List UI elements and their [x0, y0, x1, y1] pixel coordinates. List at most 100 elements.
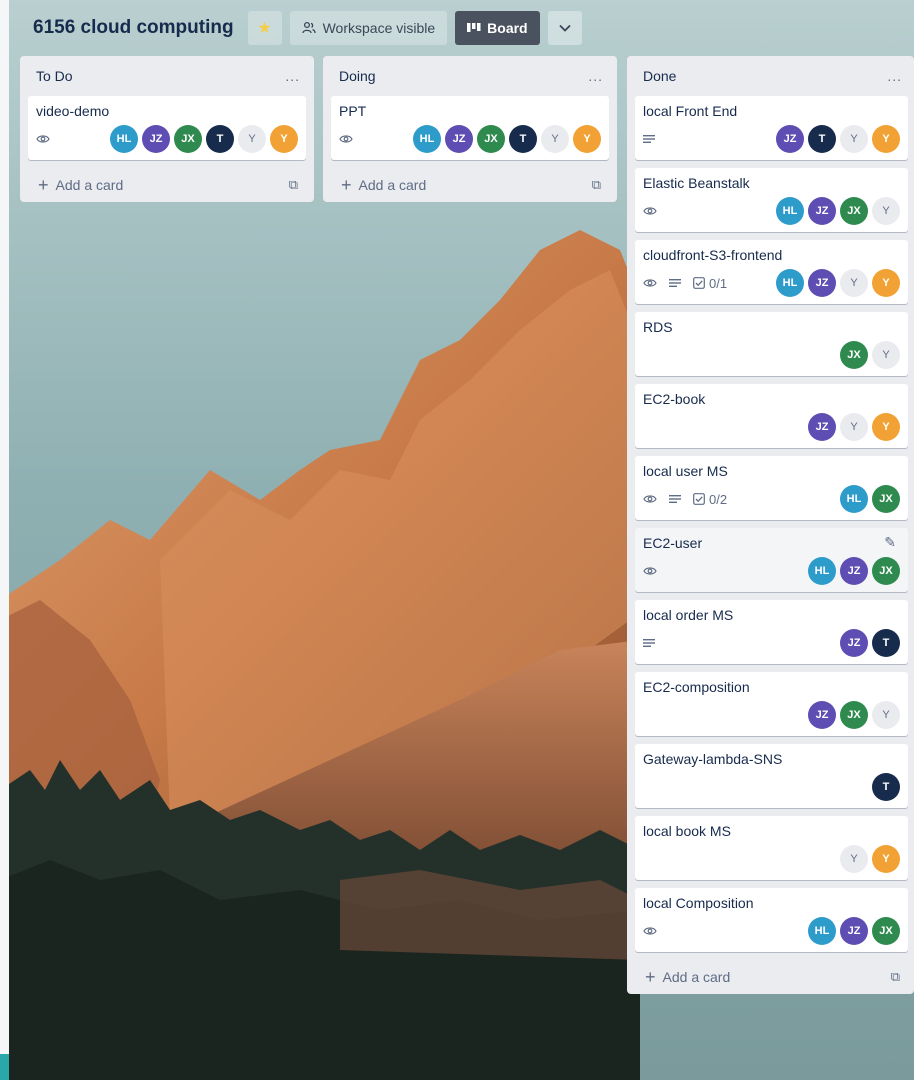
card[interactable]: cloudfront-S3-frontend 0/1 HL JZ Y Y [635, 240, 908, 304]
pencil-icon[interactable]: ✎ [884, 534, 896, 551]
list-menu-button[interactable]: ... [887, 68, 902, 84]
card[interactable]: EC2-composition JZ JX Y [635, 672, 908, 736]
card[interactable]: Elastic Beanstalk HL JZ JX Y [635, 168, 908, 232]
card[interactable]: EC2-book JZ Y Y [635, 384, 908, 448]
card-members: JX Y [840, 341, 900, 369]
member-avatar[interactable]: JZ [840, 917, 868, 945]
card-footer: T [643, 772, 900, 802]
member-avatar[interactable]: Y [872, 269, 900, 297]
people-icon [301, 21, 316, 34]
member-avatar[interactable]: T [808, 125, 836, 153]
board-view-button[interactable]: Board [455, 11, 540, 45]
card[interactable]: RDS JX Y [635, 312, 908, 376]
card[interactable]: local Front End JZ T Y Y [635, 96, 908, 160]
card-badges: 0/2 [643, 492, 727, 507]
list-title[interactable]: To Do [36, 68, 73, 84]
member-avatar[interactable]: JZ [808, 701, 836, 729]
card-badges [643, 566, 657, 576]
card-container: PPT HL JZ JX T Y Y [331, 96, 609, 160]
member-avatar[interactable]: JX [872, 485, 900, 513]
card-footer: HL JZ JX T Y Y [36, 124, 298, 154]
member-avatar[interactable]: HL [413, 125, 441, 153]
member-avatar[interactable]: HL [776, 197, 804, 225]
member-avatar[interactable]: Y [872, 701, 900, 729]
list-menu-button[interactable]: ... [588, 68, 603, 84]
member-avatar[interactable]: T [872, 629, 900, 657]
member-avatar[interactable]: JZ [840, 557, 868, 585]
member-avatar[interactable]: JZ [776, 125, 804, 153]
template-icon[interactable]: ⧉ [891, 969, 900, 985]
member-avatar[interactable]: HL [808, 557, 836, 585]
member-avatar[interactable]: HL [110, 125, 138, 153]
member-avatar[interactable]: HL [808, 917, 836, 945]
card-members: HL JX [840, 485, 900, 513]
template-icon[interactable]: ⧉ [289, 177, 298, 193]
member-avatar[interactable]: T [206, 125, 234, 153]
card-title: cloudfront-S3-frontend [643, 247, 783, 263]
card-container: video-demo HL JZ JX T Y Y [28, 96, 306, 160]
member-avatar[interactable]: JZ [142, 125, 170, 153]
visibility-button[interactable]: Workspace visible [289, 11, 448, 45]
member-avatar[interactable]: JZ [808, 269, 836, 297]
member-avatar[interactable]: JZ [808, 197, 836, 225]
card-badges [339, 134, 353, 144]
member-avatar[interactable]: JZ [840, 629, 868, 657]
member-avatar[interactable]: Y [872, 845, 900, 873]
member-avatar[interactable]: Y [541, 125, 569, 153]
member-avatar[interactable]: Y [573, 125, 601, 153]
member-avatar[interactable]: Y [872, 125, 900, 153]
card[interactable]: local Composition HL JZ JX [635, 888, 908, 952]
member-avatar[interactable]: JX [872, 557, 900, 585]
member-avatar[interactable]: Y [840, 845, 868, 873]
card[interactable]: video-demo HL JZ JX T Y Y [28, 96, 306, 160]
list-title[interactable]: Done [643, 68, 676, 84]
member-avatar[interactable]: JX [174, 125, 202, 153]
card[interactable]: local order MS JZ T [635, 600, 908, 664]
member-avatar[interactable]: JX [477, 125, 505, 153]
card-badges [643, 206, 657, 216]
list-menu-button[interactable]: ... [285, 68, 300, 84]
member-avatar[interactable]: Y [840, 125, 868, 153]
board-icon [467, 23, 481, 32]
card[interactable]: EC2-user ✎ HL JZ JX [635, 528, 908, 592]
star-button[interactable]: ★ [247, 11, 282, 45]
list-title[interactable]: Doing [339, 68, 376, 84]
add-card-button[interactable]: + Add a card ⧉ [635, 960, 908, 994]
member-avatar[interactable]: Y [872, 341, 900, 369]
card[interactable]: PPT HL JZ JX T Y Y [331, 96, 609, 160]
member-avatar[interactable]: Y [270, 125, 298, 153]
member-avatar[interactable]: JX [872, 917, 900, 945]
add-card-label: Add a card [662, 969, 731, 985]
checklist-badge: 0/2 [693, 492, 727, 507]
member-avatar[interactable]: Y [238, 125, 266, 153]
card-members: YY [840, 845, 900, 873]
eye-icon [643, 206, 657, 216]
list-header: To Do ... [28, 56, 306, 96]
member-avatar[interactable]: Y [872, 413, 900, 441]
board-view-label: Board [487, 20, 528, 36]
card[interactable]: local book MS Y Y [635, 816, 908, 880]
member-avatar[interactable]: JZ [808, 413, 836, 441]
card[interactable]: local user MS 0/2 HL JX [635, 456, 908, 520]
card-members: JZ JX Y [808, 701, 900, 729]
member-avatar[interactable]: T [509, 125, 537, 153]
member-avatar[interactable]: T [872, 773, 900, 801]
member-avatar[interactable]: HL [776, 269, 804, 297]
member-avatar[interactable]: Y [872, 197, 900, 225]
view-switcher-button[interactable] [547, 11, 582, 45]
card-title: EC2-composition [643, 679, 750, 695]
member-avatar[interactable]: JX [840, 701, 868, 729]
member-avatar[interactable]: JZ [445, 125, 473, 153]
card[interactable]: Gateway-lambda-SNS T [635, 744, 908, 808]
member-avatar[interactable]: JX [840, 197, 868, 225]
member-avatar[interactable]: Y [840, 413, 868, 441]
template-icon[interactable]: ⧉ [592, 177, 601, 193]
member-avatar[interactable]: JX [840, 341, 868, 369]
checklist-count: 0/2 [709, 491, 728, 507]
add-card-button[interactable]: + Add a card ⧉ [28, 168, 306, 202]
add-card-button[interactable]: + Add a card ⧉ [331, 168, 609, 202]
board-title[interactable]: 6156 cloud computing [33, 17, 234, 39]
member-avatar[interactable]: HL [840, 485, 868, 513]
member-avatar[interactable]: Y [840, 269, 868, 297]
card-members: JZ Y Y [808, 413, 900, 441]
